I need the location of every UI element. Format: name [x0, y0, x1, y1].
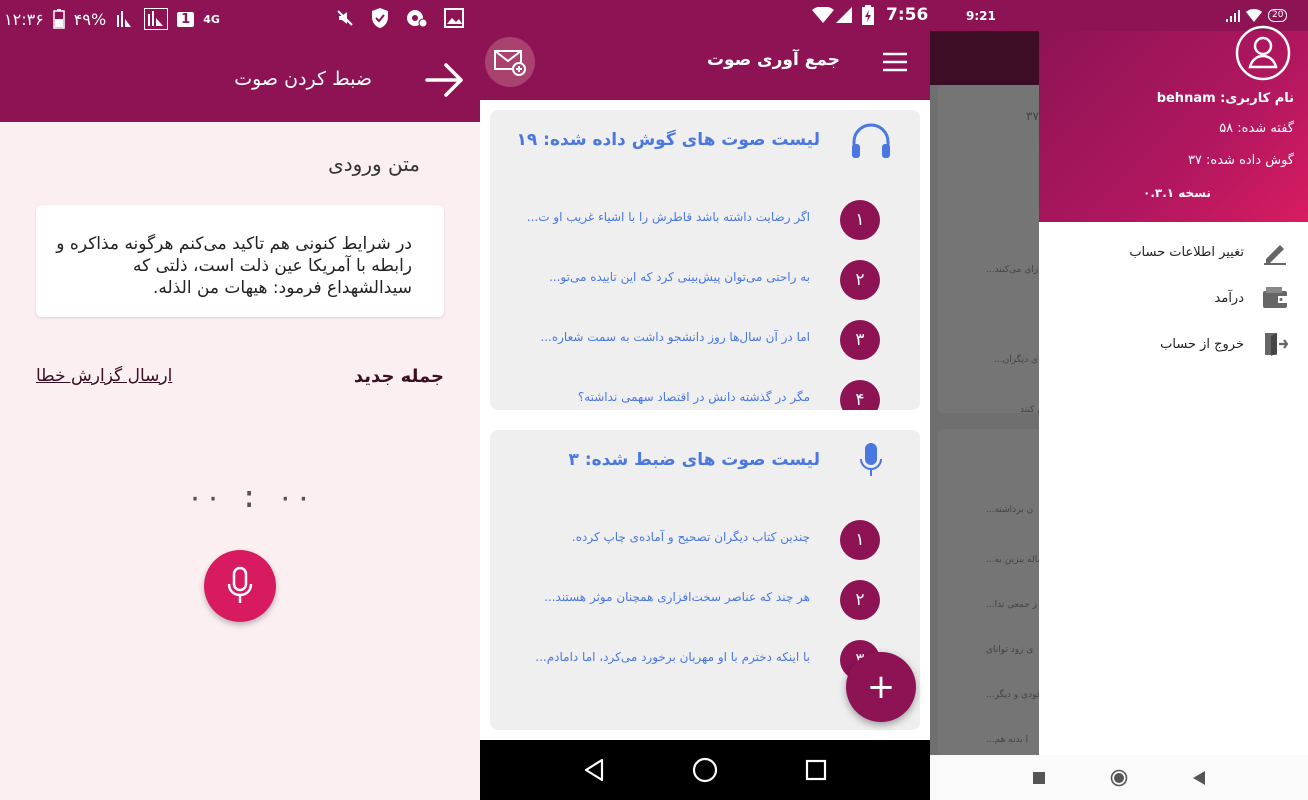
- item-number: ۳: [840, 320, 880, 360]
- home-icon[interactable]: [692, 757, 718, 783]
- menu-item-income[interactable]: درآمد: [1039, 275, 1308, 321]
- cell-signal-icon: [836, 7, 852, 23]
- collect-audio-screen: 7:56 جمع آوری صوت لیست صوت های گوش داده …: [480, 0, 930, 800]
- headphones-icon: [850, 122, 892, 160]
- item-number: ۴: [840, 380, 880, 410]
- menu-label: خروج از حساب: [1160, 336, 1244, 352]
- battery-level: 20: [1268, 9, 1288, 22]
- recents-icon[interactable]: [1032, 771, 1045, 784]
- home-icon[interactable]: [1110, 769, 1128, 787]
- item-number: ۱: [840, 200, 880, 240]
- bg-text: ازای می‌کنند...: [986, 265, 1041, 275]
- back-arrow-icon[interactable]: [424, 62, 466, 98]
- bg-text: ن برداشته...: [986, 505, 1034, 515]
- navigation-drawer: نام کاربری: behnam گفته شده: ۵۸ گوش داده…: [1039, 25, 1308, 755]
- image-icon: [444, 8, 464, 28]
- signal-icon: [1226, 10, 1242, 22]
- drawer-header: نام کاربری: behnam گفته شده: ۵۸ گوش داده…: [1039, 25, 1308, 222]
- wallet-icon: [1262, 285, 1288, 311]
- add-button[interactable]: +: [846, 652, 916, 722]
- record-timer: ۰۰ : ۰۰: [186, 480, 313, 515]
- app-bar: ضبط کردن صوت: [0, 36, 480, 122]
- system-nav-bar: [930, 755, 1308, 800]
- new-sentence-button[interactable]: جمله جدید: [354, 366, 444, 387]
- mail-add-icon: [494, 48, 526, 76]
- heard-count: گوش داده شده: ۳۷: [1187, 153, 1294, 168]
- status-bar: ۱۲:۳۶ ۴۹% 1 4G: [0, 0, 480, 36]
- heard-list-title: لیست صوت های گوش داده شده: ۱۹: [516, 130, 821, 150]
- bg-text: ز جمعی ندا...: [986, 600, 1037, 610]
- menu-item-edit-account[interactable]: تغییر اطلاعات حساب: [1039, 229, 1308, 275]
- status-bar: 7:56: [480, 0, 930, 30]
- shield-icon: [370, 7, 390, 29]
- status-time: 9:21: [966, 9, 996, 23]
- wifi-icon: [1246, 9, 1262, 22]
- bg-text: مای دیگران...: [994, 355, 1046, 365]
- recorded-list-title: لیست صوت های ضبط شده: ۳: [568, 450, 820, 470]
- user-avatar-icon: [1235, 25, 1291, 81]
- input-text-line: در شرایط کنونی هم تاکید می‌کنم هرگونه مذ…: [56, 234, 412, 254]
- bg-card: [938, 429, 1048, 755]
- signal-icon-2: [144, 8, 169, 30]
- microphone-icon: [226, 566, 254, 606]
- system-nav-bar: [480, 740, 930, 800]
- edit-icon: [1262, 239, 1288, 265]
- item-number: ۲: [840, 260, 880, 300]
- page-title: ضبط کردن صوت: [234, 68, 372, 90]
- exit-icon: [1262, 331, 1288, 357]
- network-type: 4G: [203, 12, 220, 26]
- recents-icon[interactable]: [805, 759, 827, 781]
- heard-list-card: لیست صوت های گوش داده شده: ۱۹ ۱ اگر رضای…: [490, 110, 920, 410]
- heard-item[interactable]: به راحتی می‌توان پیش‌بینی کرد که این تای…: [549, 270, 810, 284]
- input-text-card: در شرایط کنونی هم تاکید می‌کنم هرگونه مذ…: [36, 205, 444, 317]
- recorded-item[interactable]: با اینکه دخترم با او مهربان برخورد می‌کر…: [535, 650, 810, 664]
- recorded-item[interactable]: هر چند که عناصر سخت‌افزاری همچنان موثر ه…: [544, 590, 810, 604]
- wifi-icon: [812, 7, 834, 23]
- record-button[interactable]: [204, 550, 276, 622]
- status-time: 7:56: [886, 5, 929, 25]
- menu-item-logout[interactable]: خروج از حساب: [1039, 321, 1308, 367]
- heard-item[interactable]: مگر در گذشته دانش در اقتصاد سهمی نداشته؟: [578, 390, 810, 404]
- spoken-count: گفته شده: ۵۸: [1219, 121, 1294, 136]
- microphone-icon: [860, 442, 882, 478]
- username: نام کاربری: behnam: [1156, 91, 1294, 106]
- report-error-link[interactable]: ارسال گزارش خطا: [36, 366, 172, 386]
- inbox-button[interactable]: [485, 37, 535, 87]
- input-text-label: متن ورودی: [328, 152, 420, 176]
- app-bar: جمع آوری صوت: [480, 30, 930, 100]
- heard-item[interactable]: اما در آن سال‌ها روز دانشجو داشت به سمت …: [540, 330, 810, 344]
- status-time: ۱۲:۳۶: [4, 9, 44, 29]
- menu-icon[interactable]: [882, 52, 908, 72]
- input-text-line: سیدالشهداع فرمود: هیهات من الذله.: [153, 278, 412, 298]
- bg-text: ساله بنزین به...: [986, 555, 1046, 565]
- mute-icon: [336, 9, 354, 27]
- input-text-line: رابطه با آمریکا عین ذلت است، ذلتی که: [132, 256, 412, 276]
- bg-text: فودی و دیگر...: [986, 690, 1042, 700]
- app-version: نسخه ۰.۳.۱: [1143, 186, 1211, 200]
- battery-icon: [53, 9, 65, 29]
- item-number: ۲: [840, 580, 880, 620]
- bg-text: ۳۷: [1026, 109, 1039, 123]
- sim-badge: 1: [177, 11, 195, 27]
- heard-item[interactable]: اگر رضایت داشته باشد قاطرش را با اشیاء غ…: [527, 210, 810, 224]
- page-title: جمع آوری صوت: [706, 50, 840, 70]
- back-icon[interactable]: [583, 758, 605, 782]
- settings-alert-icon: [406, 8, 428, 28]
- record-screen: ۱۲:۳۶ ۴۹% 1 4G ضبط کردن صوت متن ورودی در…: [0, 0, 480, 800]
- back-icon[interactable]: [1193, 770, 1206, 785]
- bg-text: ی زود توانای: [986, 645, 1034, 655]
- item-number: ۱: [840, 520, 880, 560]
- battery-percent: ۴۹%: [73, 9, 107, 29]
- menu-label: درآمد: [1214, 290, 1244, 306]
- bg-text: ا بدنه هم...: [986, 735, 1029, 745]
- recorded-item[interactable]: چندین کتاب دیگران تصحیح و آماده‌ی چاپ کر…: [572, 530, 810, 544]
- signal-icon: [115, 9, 135, 29]
- menu-label: تغییر اطلاعات حساب: [1129, 244, 1244, 260]
- battery-icon: [862, 5, 874, 25]
- drawer-screen: 9:21 20 ۳۷ ازای می‌کنند... مای دیگران...…: [930, 0, 1308, 800]
